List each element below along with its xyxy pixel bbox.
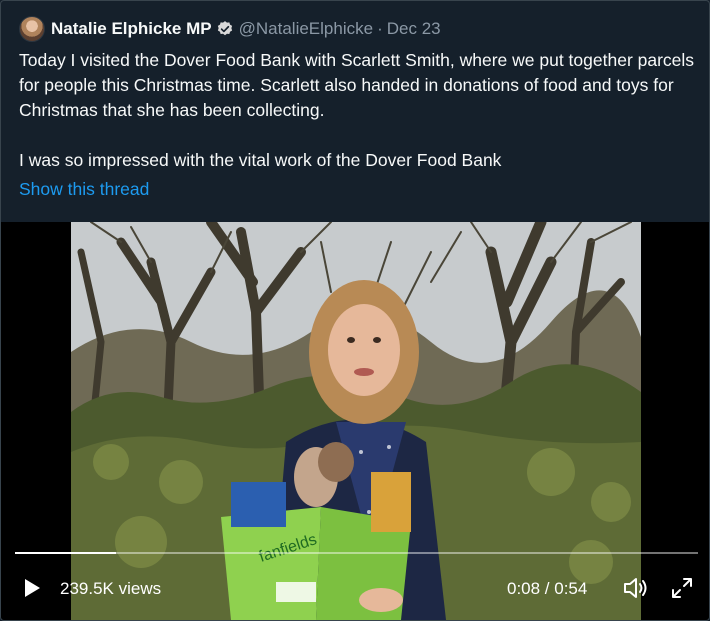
video-time: 0:08 / 0:54 — [507, 579, 588, 598]
header-separator: · — [377, 19, 383, 38]
fullscreen-icon[interactable] — [670, 576, 694, 600]
tweet-header: Natalie Elphicke MP @NatalieElphicke · D… — [19, 16, 441, 42]
author-handle[interactable]: @NatalieElphicke — [239, 19, 373, 39]
tweet-text: Today I visited the Dover Food Bank with… — [19, 48, 699, 173]
video-progress-bar[interactable] — [15, 552, 698, 554]
view-count: 239.5K views — [60, 579, 162, 598]
volume-icon[interactable] — [622, 575, 650, 601]
show-thread-link[interactable]: Show this thread — [19, 177, 149, 202]
video-frame: fanfields — [71, 222, 641, 620]
video-progress-fill — [15, 552, 117, 554]
avatar[interactable] — [19, 16, 45, 42]
play-icon[interactable] — [21, 577, 43, 599]
video-controls: 239.5K views 0:08 / 0:54 — [1, 567, 709, 607]
video-player[interactable]: fanfields 239.5K views 0:08 / 0:54 — [1, 222, 709, 620]
tweet-card[interactable]: Natalie Elphicke MP @NatalieElphicke · D… — [0, 0, 710, 621]
tweet-date[interactable]: Dec 23 — [387, 19, 441, 39]
author-name[interactable]: Natalie Elphicke MP — [51, 19, 212, 39]
video-scene: fanfields — [71, 222, 641, 620]
tweet-paragraph: I was so impressed with the vital work o… — [19, 150, 502, 170]
tweet-paragraph: Today I visited the Dover Food Bank with… — [19, 50, 695, 120]
verified-badge-icon — [216, 20, 234, 38]
